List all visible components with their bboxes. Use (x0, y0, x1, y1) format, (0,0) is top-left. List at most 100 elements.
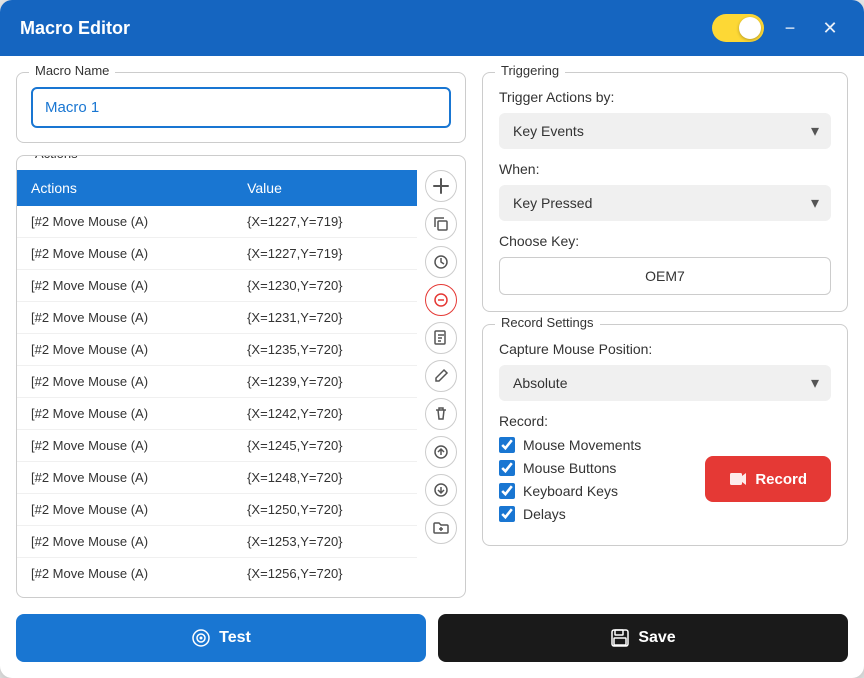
copy-action-button[interactable] (425, 208, 457, 240)
value-cell: {X=1227,Y=719} (233, 238, 417, 270)
action-cell: [#2 Move Mouse (A) (17, 206, 233, 238)
record-btn-label: Record (755, 471, 807, 488)
bottom-buttons: Test Save (0, 614, 864, 678)
value-cell: {X=1242,Y=720} (233, 398, 417, 430)
macro-editor-window: Macro Editor − ✕ Macro Name Actions (0, 0, 864, 678)
value-cell: {X=1253,Y=720} (233, 526, 417, 558)
save-btn-label: Save (638, 629, 675, 647)
actions-table-wrapper[interactable]: Actions Value [#2 Move Mouse (A) {X=1227… (17, 170, 417, 587)
close-button[interactable]: ✕ (816, 14, 844, 42)
col-value-header: Value (233, 170, 417, 206)
move-down-button[interactable] (425, 474, 457, 506)
action-cell: [#2 Move Mouse (A) (17, 238, 233, 270)
trigger-select-wrapper: Key Events Mouse Events Hotkey ▾ (499, 113, 831, 149)
delete-action-button[interactable] (425, 398, 457, 430)
table-row[interactable]: [#2 Move Mouse (A) {X=1248,Y=720} (17, 462, 417, 494)
actions-legend: Actions (29, 155, 84, 161)
checkbox-mouse-buttons-label: Mouse Buttons (523, 460, 616, 476)
action-cell: [#2 Move Mouse (A) (17, 430, 233, 462)
table-row[interactable]: [#2 Move Mouse (A) {X=1256,Y=720} (17, 558, 417, 588)
triggering-section: Triggering Trigger Actions by: Key Event… (482, 72, 848, 312)
trigger-label: Trigger Actions by: (499, 89, 831, 105)
value-cell: {X=1227,Y=719} (233, 206, 417, 238)
value-cell: {X=1231,Y=720} (233, 302, 417, 334)
table-row[interactable]: [#2 Move Mouse (A) {X=1245,Y=720} (17, 430, 417, 462)
action-cell: [#2 Move Mouse (A) (17, 462, 233, 494)
checkbox-row-keyboard-keys[interactable]: Keyboard Keys (499, 483, 693, 499)
add-action-button[interactable] (425, 170, 457, 202)
test-button[interactable]: Test (16, 614, 426, 662)
action-cell: [#2 Move Mouse (A) (17, 494, 233, 526)
action-cell: [#2 Move Mouse (A) (17, 366, 233, 398)
action-cell: [#2 Move Mouse (A) (17, 398, 233, 430)
minimize-button[interactable]: − (776, 14, 804, 42)
save-button[interactable]: Save (438, 614, 848, 662)
checkbox-delays[interactable] (499, 506, 515, 522)
edit-action-button[interactable] (425, 360, 457, 392)
capture-label: Capture Mouse Position: (499, 341, 831, 357)
side-buttons (417, 170, 465, 587)
remove-action-button[interactable] (425, 284, 457, 316)
test-icon (191, 628, 211, 648)
table-row[interactable]: [#2 Move Mouse (A) {X=1242,Y=720} (17, 398, 417, 430)
macro-name-input[interactable] (31, 87, 451, 128)
folder-add-button[interactable] (425, 512, 457, 544)
table-row[interactable]: [#2 Move Mouse (A) {X=1239,Y=720} (17, 366, 417, 398)
record-settings-legend: Record Settings (495, 315, 600, 330)
col-actions-header: Actions (17, 170, 233, 206)
clock-button[interactable] (425, 246, 457, 278)
right-panel: Triggering Trigger Actions by: Key Event… (482, 72, 848, 598)
checkbox-mouse-buttons[interactable] (499, 460, 515, 476)
value-cell: {X=1245,Y=720} (233, 430, 417, 462)
action-cell: [#2 Move Mouse (A) (17, 334, 233, 366)
move-up-button[interactable] (425, 436, 457, 468)
checkbox-row-delays[interactable]: Delays (499, 506, 693, 522)
choose-key-input[interactable] (499, 257, 831, 295)
record-settings-section: Record Settings Capture Mouse Position: … (482, 324, 848, 546)
test-btn-label: Test (219, 629, 251, 647)
table-row[interactable]: [#2 Move Mouse (A) {X=1235,Y=720} (17, 334, 417, 366)
file-button[interactable] (425, 322, 457, 354)
table-row[interactable]: [#2 Move Mouse (A) {X=1230,Y=720} (17, 270, 417, 302)
when-label: When: (499, 161, 831, 177)
checkbox-delays-label: Delays (523, 506, 566, 522)
choose-key-label: Choose Key: (499, 233, 831, 249)
toggle-switch[interactable] (712, 14, 764, 42)
record-icon (729, 470, 747, 488)
checkboxes-col: Record: Mouse Movements Mouse Buttons Ke… (499, 413, 693, 529)
actions-table: Actions Value [#2 Move Mouse (A) {X=1227… (17, 170, 417, 587)
checkbox-mouse-movements[interactable] (499, 437, 515, 453)
record-label: Record: (499, 413, 693, 429)
macro-name-section: Macro Name (16, 72, 466, 143)
action-cell: [#2 Move Mouse (A) (17, 302, 233, 334)
checkbox-mouse-movements-label: Mouse Movements (523, 437, 641, 453)
save-icon (610, 628, 630, 648)
value-cell: {X=1250,Y=720} (233, 494, 417, 526)
capture-select[interactable]: Absolute Relative (499, 365, 831, 401)
trigger-select[interactable]: Key Events Mouse Events Hotkey (499, 113, 831, 149)
table-row[interactable]: [#2 Move Mouse (A) {X=1253,Y=720} (17, 526, 417, 558)
titlebar: Macro Editor − ✕ (0, 0, 864, 56)
value-cell: {X=1248,Y=720} (233, 462, 417, 494)
actions-content: Actions Value [#2 Move Mouse (A) {X=1227… (17, 170, 465, 587)
action-cell: [#2 Move Mouse (A) (17, 270, 233, 302)
when-select[interactable]: Key Pressed Key Released Key Held (499, 185, 831, 221)
checkbox-keyboard-keys-label: Keyboard Keys (523, 483, 618, 499)
capture-select-wrapper: Absolute Relative ▾ (499, 365, 831, 401)
table-row[interactable]: [#2 Move Mouse (A) {X=1227,Y=719} (17, 238, 417, 270)
table-row[interactable]: [#2 Move Mouse (A) {X=1231,Y=720} (17, 302, 417, 334)
record-button[interactable]: Record (705, 456, 831, 502)
titlebar-controls: − ✕ (712, 14, 844, 42)
checkbox-keyboard-keys[interactable] (499, 483, 515, 499)
checkbox-row-mouse-buttons[interactable]: Mouse Buttons (499, 460, 693, 476)
value-cell: {X=1239,Y=720} (233, 366, 417, 398)
checkbox-row-mouse-movements[interactable]: Mouse Movements (499, 437, 693, 453)
table-row[interactable]: [#2 Move Mouse (A) {X=1227,Y=719} (17, 206, 417, 238)
main-content: Macro Name Actions Actions Value (0, 56, 864, 614)
table-row[interactable]: [#2 Move Mouse (A) {X=1250,Y=720} (17, 494, 417, 526)
left-panel: Macro Name Actions Actions Value (16, 72, 466, 598)
action-cell: [#2 Move Mouse (A) (17, 558, 233, 588)
window-title: Macro Editor (20, 18, 130, 39)
record-settings-inner: Record: Mouse Movements Mouse Buttons Ke… (499, 413, 831, 529)
action-cell: [#2 Move Mouse (A) (17, 526, 233, 558)
